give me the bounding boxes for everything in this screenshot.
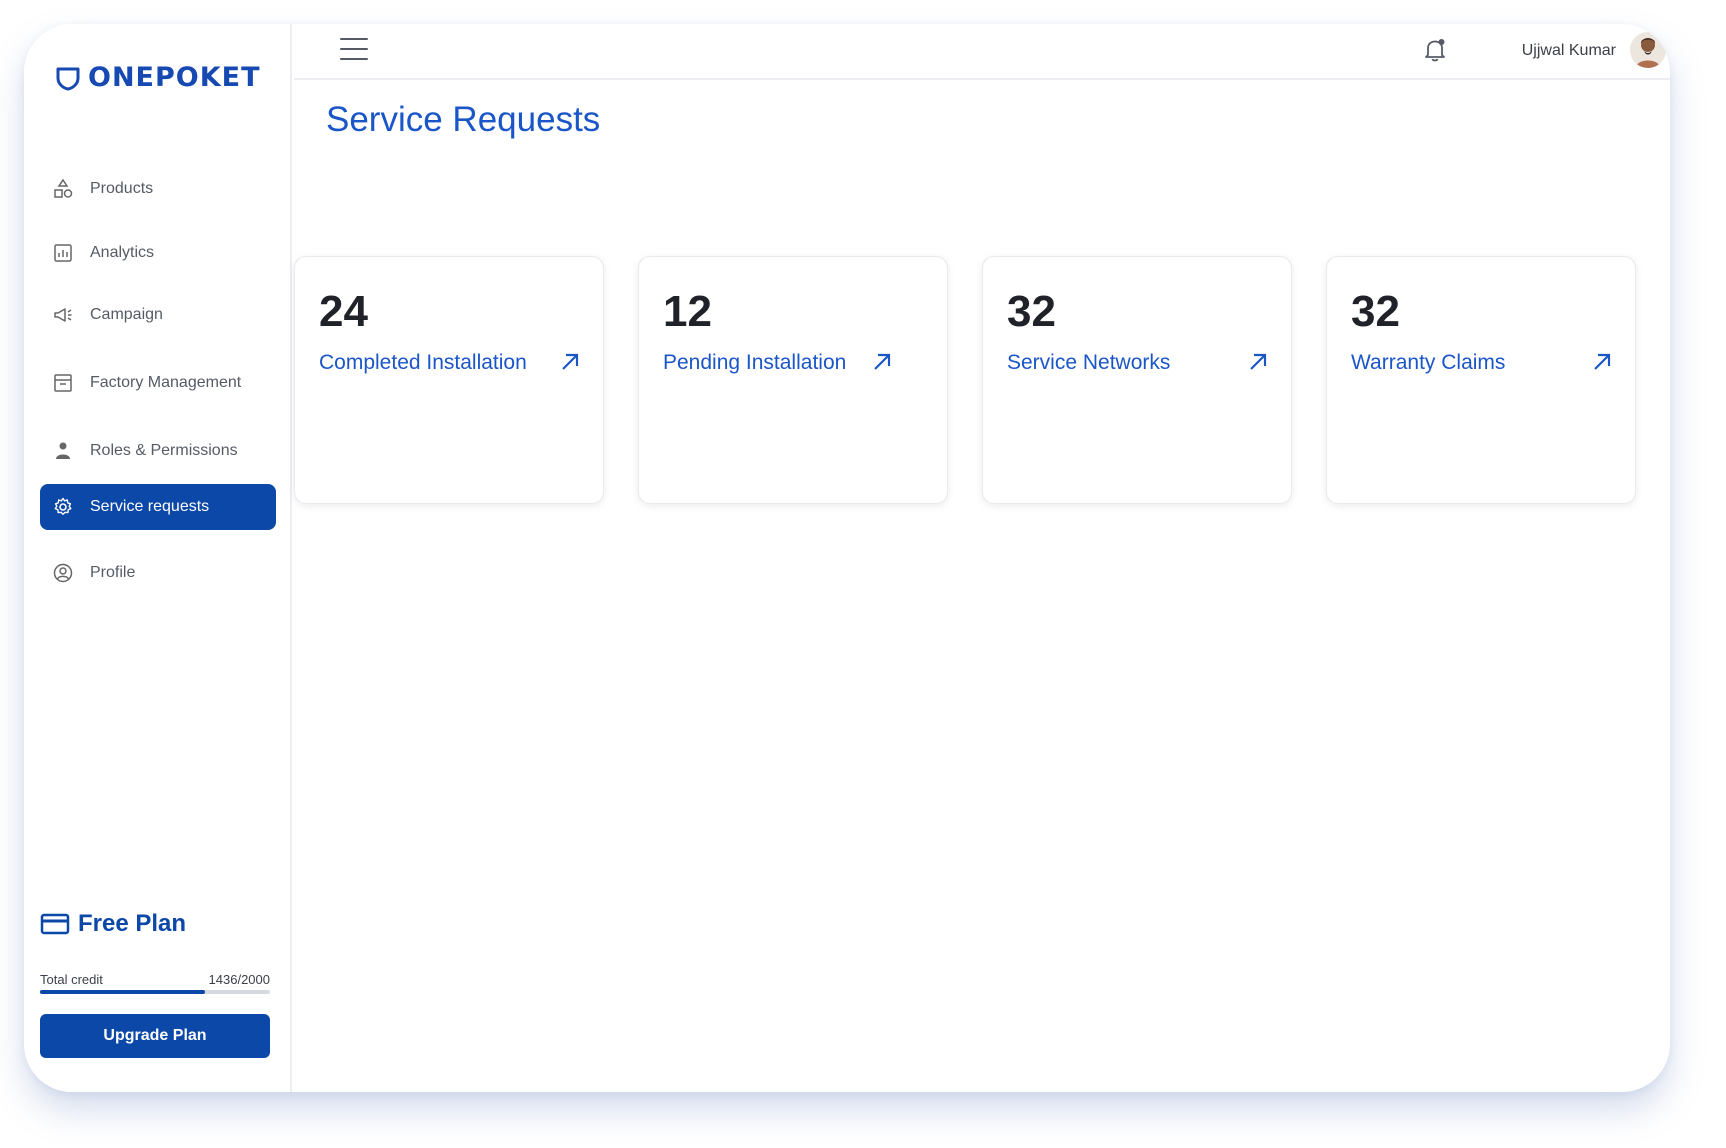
avatar[interactable] bbox=[1630, 32, 1666, 68]
sidebar-item-label: Products bbox=[90, 180, 154, 197]
sidebar-item-profile[interactable]: Profile bbox=[40, 550, 276, 596]
archive-box-icon bbox=[54, 374, 72, 392]
stat-card-warranty-claims[interactable]: 32 Warranty Claims bbox=[1326, 256, 1636, 504]
stat-count: 32 bbox=[1351, 287, 1400, 336]
sidebar-item-label: Service requests bbox=[90, 498, 210, 515]
user-circle-icon bbox=[53, 563, 73, 583]
sidebar-item-service-requests[interactable]: Service requests bbox=[40, 484, 276, 530]
stat-count: 32 bbox=[1007, 287, 1056, 336]
arrow-up-right-icon[interactable] bbox=[871, 351, 893, 373]
notification-bell-icon[interactable] bbox=[1422, 36, 1448, 64]
stat-label[interactable]: Pending Installation bbox=[663, 351, 846, 375]
shapes-icon bbox=[54, 178, 73, 198]
sidebar: ONEPOKET Products Analytics Campaign Fac… bbox=[24, 24, 292, 1092]
arrow-up-right-icon[interactable] bbox=[559, 351, 581, 373]
sidebar-item-products[interactable]: Products bbox=[40, 166, 276, 212]
stat-count: 12 bbox=[663, 287, 712, 336]
topbar: Ujjwal Kumar bbox=[294, 24, 1670, 80]
arrow-up-right-icon[interactable] bbox=[1247, 351, 1269, 373]
brand-logo[interactable]: ONEPOKET bbox=[54, 62, 261, 93]
stat-card-pending-installation[interactable]: 12 Pending Installation bbox=[638, 256, 948, 504]
chart-icon bbox=[54, 244, 72, 262]
stat-label[interactable]: Completed Installation bbox=[319, 351, 527, 375]
stat-label[interactable]: Warranty Claims bbox=[1351, 351, 1505, 375]
user-avatar-image bbox=[1630, 32, 1666, 68]
stat-count: 24 bbox=[319, 287, 368, 336]
megaphone-icon bbox=[54, 308, 72, 322]
plan-name: Free Plan bbox=[78, 910, 187, 937]
credit-label: Total credit bbox=[40, 972, 103, 987]
credit-progress-fill bbox=[40, 990, 206, 994]
page-title: Service Requests bbox=[326, 100, 601, 139]
sidebar-item-roles-permissions[interactable]: Roles & Permissions bbox=[40, 428, 276, 474]
sidebar-item-label: Campaign bbox=[90, 306, 163, 323]
sidebar-item-label: Analytics bbox=[90, 244, 155, 261]
arrow-up-right-icon[interactable] bbox=[1591, 351, 1613, 373]
user-name[interactable]: Ujjwal Kumar bbox=[1522, 42, 1616, 60]
app-window: ONEPOKET Products Analytics Campaign Fac… bbox=[24, 24, 1670, 1092]
sidebar-item-factory-management[interactable]: Factory Management bbox=[40, 360, 276, 406]
sidebar-item-label: Factory Management bbox=[90, 374, 242, 391]
sidebar-item-label: Profile bbox=[90, 564, 136, 581]
credit-card-icon bbox=[40, 913, 70, 935]
stat-card-service-networks[interactable]: 32 Service Networks bbox=[982, 256, 1292, 504]
credit-row: Total credit 1436/2000 bbox=[40, 972, 270, 987]
stat-card-completed-installation[interactable]: 24 Completed Installation bbox=[294, 256, 604, 504]
shield-logo-icon bbox=[56, 67, 80, 90]
sidebar-item-label: Roles & Permissions bbox=[90, 442, 238, 459]
sidebar-item-analytics[interactable]: Analytics bbox=[40, 230, 276, 276]
plan-title: Free Plan bbox=[40, 910, 186, 938]
credit-progress-bar bbox=[40, 990, 270, 994]
upgrade-plan-button[interactable]: Upgrade Plan bbox=[40, 1014, 270, 1058]
credit-value: 1436/2000 bbox=[208, 972, 270, 987]
sidebar-item-campaign[interactable]: Campaign bbox=[40, 292, 276, 338]
person-icon bbox=[56, 442, 70, 459]
gear-icon bbox=[54, 497, 72, 515]
stat-label[interactable]: Service Networks bbox=[1007, 351, 1170, 375]
menu-icon[interactable] bbox=[340, 38, 368, 60]
brand-name: ONEPOKET bbox=[88, 62, 261, 93]
